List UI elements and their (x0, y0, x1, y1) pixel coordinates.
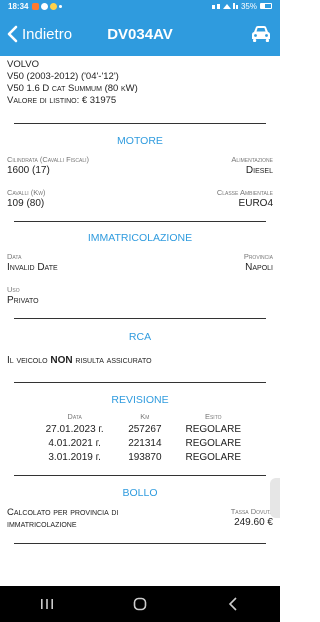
power-value: 109 (80) (7, 198, 45, 209)
column-header-km: Km (140, 412, 150, 421)
registration-date-value: Invalid Date (7, 262, 58, 273)
signal-icon (211, 2, 238, 9)
status-time: 18:34 (8, 1, 29, 11)
immatricolazione-row-1: Data Invalid Date Provincia Napoli (0, 252, 280, 273)
vehicle-list-price: Valore di listino: € 31975 (7, 95, 117, 106)
app-bar: Indietro DV034AV (0, 12, 280, 56)
divider (14, 221, 266, 222)
use-value: Privato (7, 295, 39, 306)
motore-row-1: Cilindrata (Cavalli Fiscali) 1600 (17) A… (0, 155, 280, 176)
divider (14, 382, 266, 383)
column-header-result: Esito (204, 412, 222, 421)
use-label: Uso (7, 285, 20, 294)
battery-icon (260, 3, 272, 9)
vehicle-tax: Calcolato per provincia di immatricolazi… (0, 507, 280, 531)
section-title-revisione: REVISIONE (111, 394, 169, 406)
divider (14, 318, 266, 319)
motore-row-2: Cavalli (Kw) 109 (80) Classe Ambientale … (0, 188, 280, 209)
displacement-label: Cilindrata (Cavalli Fiscali) (7, 155, 90, 164)
column-header-date: Data (67, 412, 82, 421)
tax-value: 249.60 € (234, 517, 273, 528)
table-header: Data Km Esito (30, 412, 256, 423)
env-class-value: EURO4 (238, 198, 273, 209)
chevron-left-icon (7, 25, 18, 43)
inspection-date: 3.01.2019 г. (48, 452, 101, 463)
vehicle-model: V50 (2003-2012) ('04'-'12') (7, 71, 119, 82)
section-title-motore: MOTORE (117, 135, 163, 147)
displacement-value: 1600 (17) (7, 165, 50, 176)
registration-date-label: Data (7, 252, 22, 261)
notification-icons (32, 2, 63, 10)
power-label: Cavalli (Kw) (7, 188, 46, 197)
table-row: 3.01.2019 г. 193870 REGOLARE (30, 451, 256, 465)
vehicle-version: V50 1.6 D cat Summum (80 kW) (7, 83, 138, 94)
env-class-label: Classe Ambientale (216, 188, 273, 197)
back-button[interactable]: Indietro (0, 12, 82, 56)
insurance-text-end: risulta assicurato (72, 355, 152, 366)
recent-apps-button[interactable] (27, 589, 67, 619)
dot-icon (59, 4, 63, 8)
inspection-date: 27.01.2023 г. (45, 424, 104, 435)
tax-description: Calcolato per provincia di immatricolazi… (7, 507, 119, 530)
car-icon[interactable] (250, 24, 272, 44)
vehicle-summary: VOLVO V50 (2003-2012) ('04'-'12') V50 1.… (0, 56, 280, 107)
inspection-result: REGOLARE (185, 424, 242, 435)
inspection-result: REGOLARE (185, 438, 242, 449)
inspection-km: 257267 (128, 424, 162, 435)
fuel-label: Alimentazione (231, 155, 273, 164)
fuel-value: Diesel (245, 165, 273, 176)
section-title-rca: RCA (128, 331, 152, 343)
insurance-negation: NON (50, 355, 73, 366)
recent-apps-icon (40, 599, 53, 609)
vehicle-details[interactable]: VOLVO V50 (2003-2012) ('04'-'12') V50 1.… (0, 56, 280, 586)
table-row: 27.01.2023 г. 257267 REGOLARE (30, 423, 256, 437)
inspection-km: 193870 (128, 452, 162, 463)
insurance-text-start: Il veicolo (7, 355, 51, 366)
inspection-result: REGOLARE (185, 452, 242, 463)
heart-icon (50, 2, 58, 10)
province-value: Napoli (245, 262, 273, 273)
section-title-bollo: BOLLO (122, 487, 158, 499)
insurance-status: Il veicolo NON risulta assicurato (0, 355, 280, 366)
home-button[interactable] (120, 589, 160, 619)
section-title-immatricolazione: IMMATRICOLAZIONE (87, 232, 193, 244)
status-icons: 35% (211, 1, 272, 11)
battery-percent: 35% (240, 1, 257, 11)
status-bar: 18:34 35% (0, 0, 280, 12)
home-icon (133, 597, 147, 611)
inspection-table: Data Km Esito 27.01.2023 г. 257267 REGOL… (30, 412, 256, 465)
edge-panel-handle[interactable] (270, 478, 280, 518)
tax-label: Tassa Dovuta (230, 507, 273, 516)
facebook-icon (41, 2, 49, 10)
immatricolazione-row-2: Uso Privato (0, 285, 280, 306)
table-row: 4.01.2021 г. 221314 REGOLARE (30, 437, 256, 451)
back-label: Indietro (22, 25, 73, 43)
divider (14, 475, 266, 476)
app-notification-icon (32, 2, 40, 10)
divider (14, 123, 266, 124)
inspection-km: 221314 (128, 438, 162, 449)
province-label: Provincia (243, 252, 273, 261)
divider (14, 543, 266, 544)
vehicle-make: VOLVO (7, 59, 40, 70)
back-icon (229, 597, 237, 611)
inspection-date: 4.01.2021 г. (48, 438, 101, 449)
system-back-button[interactable] (213, 589, 253, 619)
system-nav-bar (0, 586, 280, 622)
